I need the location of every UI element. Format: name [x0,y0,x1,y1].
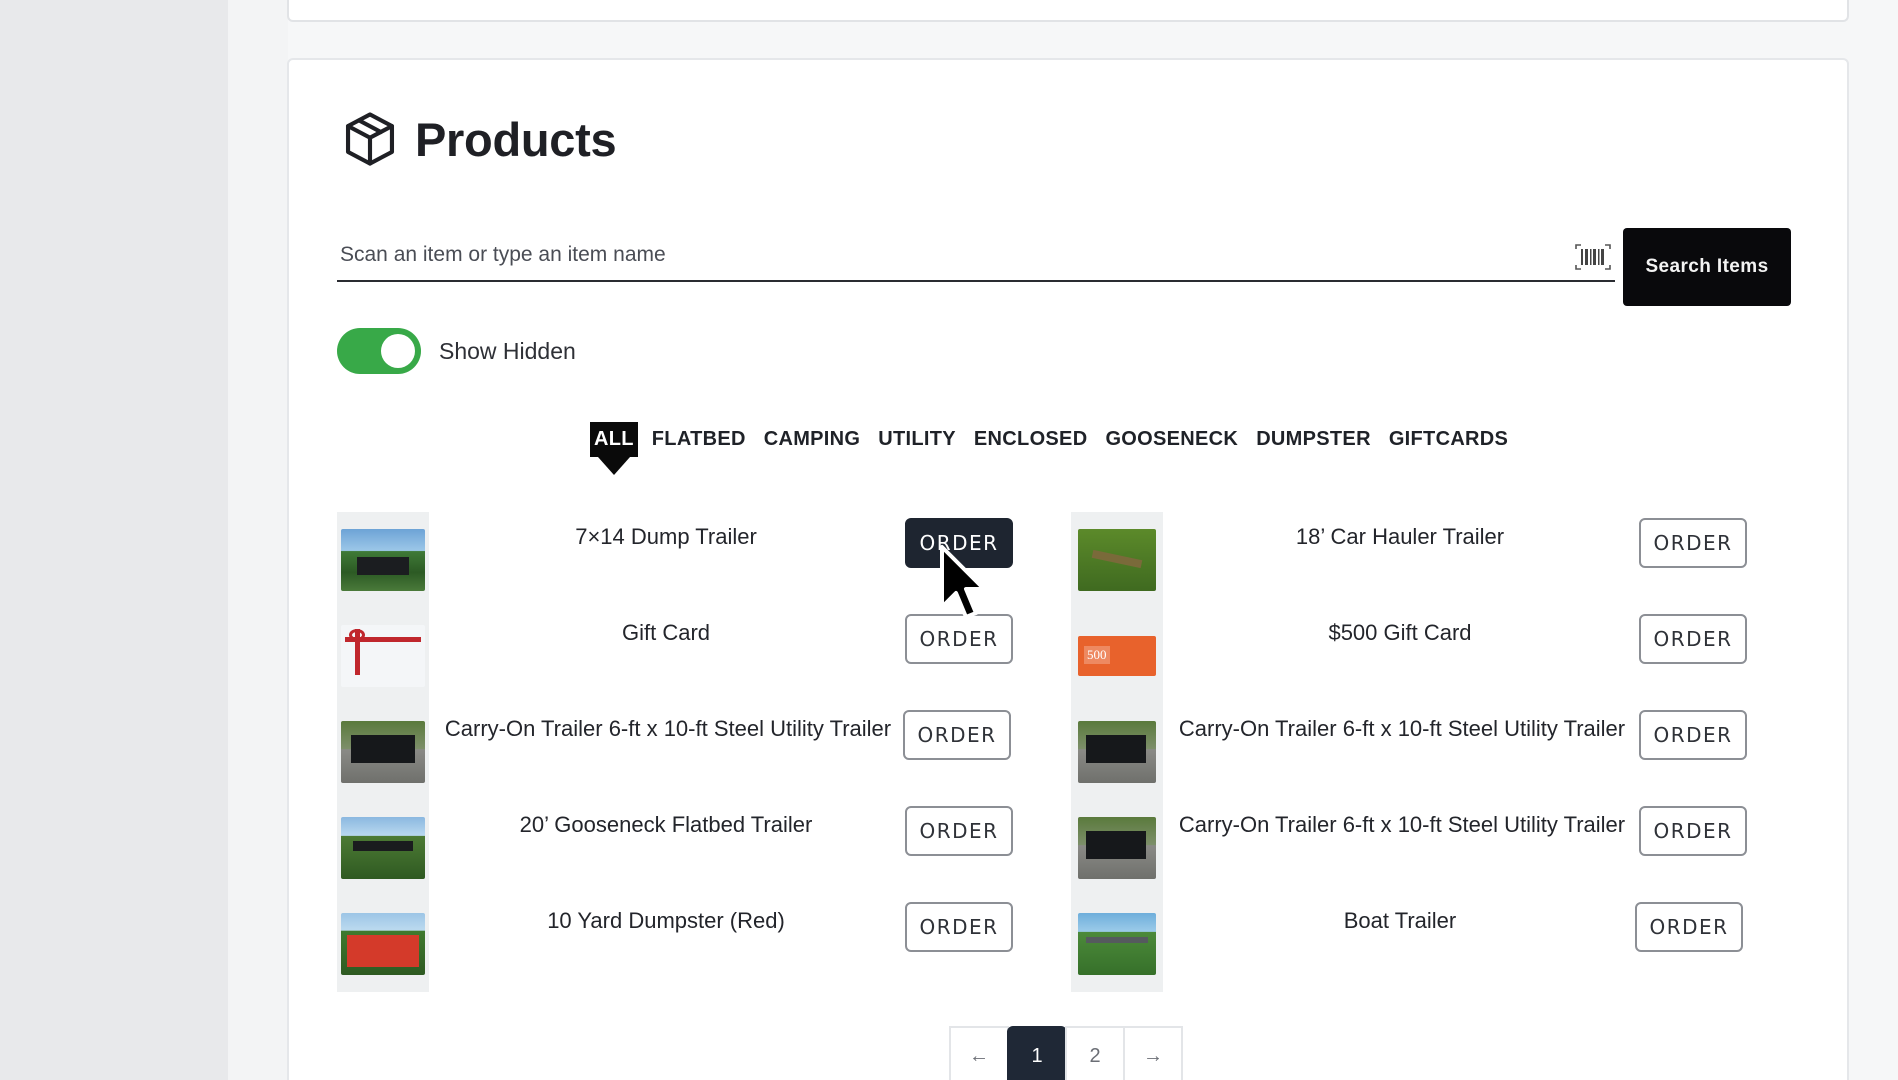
previous-card [287,0,1849,22]
product-name: 18’ Car Hauler Trailer [1295,524,1505,549]
product-name: Carry-On Trailer 6-ft x 10-ft Steel Util… [1178,812,1626,837]
product-name: 7×14 Dump Trailer [575,524,757,549]
trailer-shape [351,735,415,763]
filter-giftcards[interactable]: GIFTCARDS [1385,422,1512,457]
order-button[interactable]: ORDER [1639,806,1747,856]
product-name: 20’ Gooseneck Flatbed Trailer [519,812,813,837]
filter-enclosed[interactable]: ENCLOSED [970,422,1092,457]
order-button[interactable]: ORDER [903,710,1011,760]
gift-card-value: 500 [1084,646,1110,664]
trailer-shape [353,841,413,851]
left-gutter [228,0,288,1080]
pagination-prev-button[interactable]: ← [949,1026,1009,1080]
product-thumbnail [337,704,429,800]
trailer-shape [1086,831,1146,859]
product-image: 500 [1078,636,1156,676]
trailer-shape [1086,735,1146,763]
filter-gooseneck[interactable]: GOOSENECK [1101,422,1242,457]
filter-utility[interactable]: UTILITY [874,422,960,457]
pagination-page-2[interactable]: 2 [1065,1026,1125,1080]
search-input[interactable] [337,232,1537,278]
product-thumbnail [337,512,429,608]
product-row: 500 $500 Gift Card ORDER [1071,608,1771,704]
product-image [341,721,425,783]
pagination: ← 1 2 → [949,1026,1183,1080]
search-row: Search Items [337,228,1793,306]
order-button[interactable]: ORDER [1639,518,1747,568]
left-sidebar [0,0,228,1080]
toggle-knob [381,334,415,368]
filter-all[interactable]: ALL [590,422,638,457]
search-items-button[interactable]: Search Items [1623,228,1791,306]
trailer-shape [357,557,409,575]
product-row: 18’ Car Hauler Trailer ORDER [1071,512,1771,608]
product-name: Boat Trailer [1343,908,1457,933]
product-row: 20’ Gooseneck Flatbed Trailer ORDER [337,800,1037,896]
search-field-wrapper [337,232,1615,282]
product-image [1078,529,1156,591]
product-row: 7×14 Dump Trailer ORDER [337,512,1037,608]
product-image [1078,721,1156,783]
product-thumbnail [337,608,429,704]
product-thumbnail [1071,896,1163,992]
ribbon-bow [349,629,365,641]
product-thumbnail [1071,704,1163,800]
product-thumbnail [1071,512,1163,608]
order-button[interactable]: ORDER [1635,902,1743,952]
show-hidden-toggle[interactable] [337,328,421,374]
filter-camping[interactable]: CAMPING [760,422,865,457]
order-button[interactable]: ORDER [905,614,1013,664]
product-image [341,913,425,975]
product-image [341,625,425,687]
product-image [341,529,425,591]
pagination-page-1[interactable]: 1 [1007,1026,1067,1080]
product-row: Carry-On Trailer 6-ft x 10-ft Steel Util… [1071,800,1771,896]
order-button[interactable]: ORDER [905,902,1013,952]
product-name: Carry-On Trailer 6-ft x 10-ft Steel Util… [444,716,892,741]
product-thumbnail [337,896,429,992]
filter-flatbed[interactable]: FLATBED [648,422,750,457]
order-button[interactable]: ORDER [1639,710,1747,760]
product-row: Carry-On Trailer 6-ft x 10-ft Steel Util… [337,704,1037,800]
product-name: $500 Gift Card [1328,620,1472,645]
category-filters: ALL FLATBED CAMPING UTILITY ENCLOSED GOO… [590,422,1512,457]
product-row: Gift Card ORDER [337,608,1037,704]
products-card: Products Search Items Show Hidden AL [287,58,1849,1080]
show-hidden-row: Show Hidden [337,328,576,374]
product-row: Boat Trailer ORDER [1071,896,1771,992]
pagination-next-button[interactable]: → [1123,1026,1183,1080]
page-title: Products [415,112,617,166]
product-thumbnail: 500 [1071,608,1163,704]
product-column-right: 18’ Car Hauler Trailer ORDER 500 $500 Gi… [1071,512,1771,992]
barcode-icon[interactable] [1573,240,1613,274]
product-row: Carry-On Trailer 6-ft x 10-ft Steel Util… [1071,704,1771,800]
products-header: Products [339,108,617,170]
filter-dumpster[interactable]: DUMPSTER [1252,422,1375,457]
order-button[interactable]: ORDER [905,518,1013,568]
product-name: Carry-On Trailer 6-ft x 10-ft Steel Util… [1178,716,1626,741]
product-column-left: 7×14 Dump Trailer ORDER Gift Card ORDER [337,512,1037,992]
product-image [1078,913,1156,975]
product-thumbnail [337,800,429,896]
product-name: 10 Yard Dumpster (Red) [547,908,785,933]
show-hidden-label: Show Hidden [439,337,576,364]
trailer-shape [1086,937,1148,943]
product-row: 10 Yard Dumpster (Red) ORDER [337,896,1037,992]
product-name: Gift Card [621,620,711,645]
dumpster-shape [347,935,419,967]
package-icon [345,112,395,166]
product-image [341,817,425,879]
trailer-shape [1091,549,1143,569]
order-button[interactable]: ORDER [1639,614,1747,664]
product-image [1078,817,1156,879]
order-button[interactable]: ORDER [905,806,1013,856]
product-thumbnail [1071,800,1163,896]
